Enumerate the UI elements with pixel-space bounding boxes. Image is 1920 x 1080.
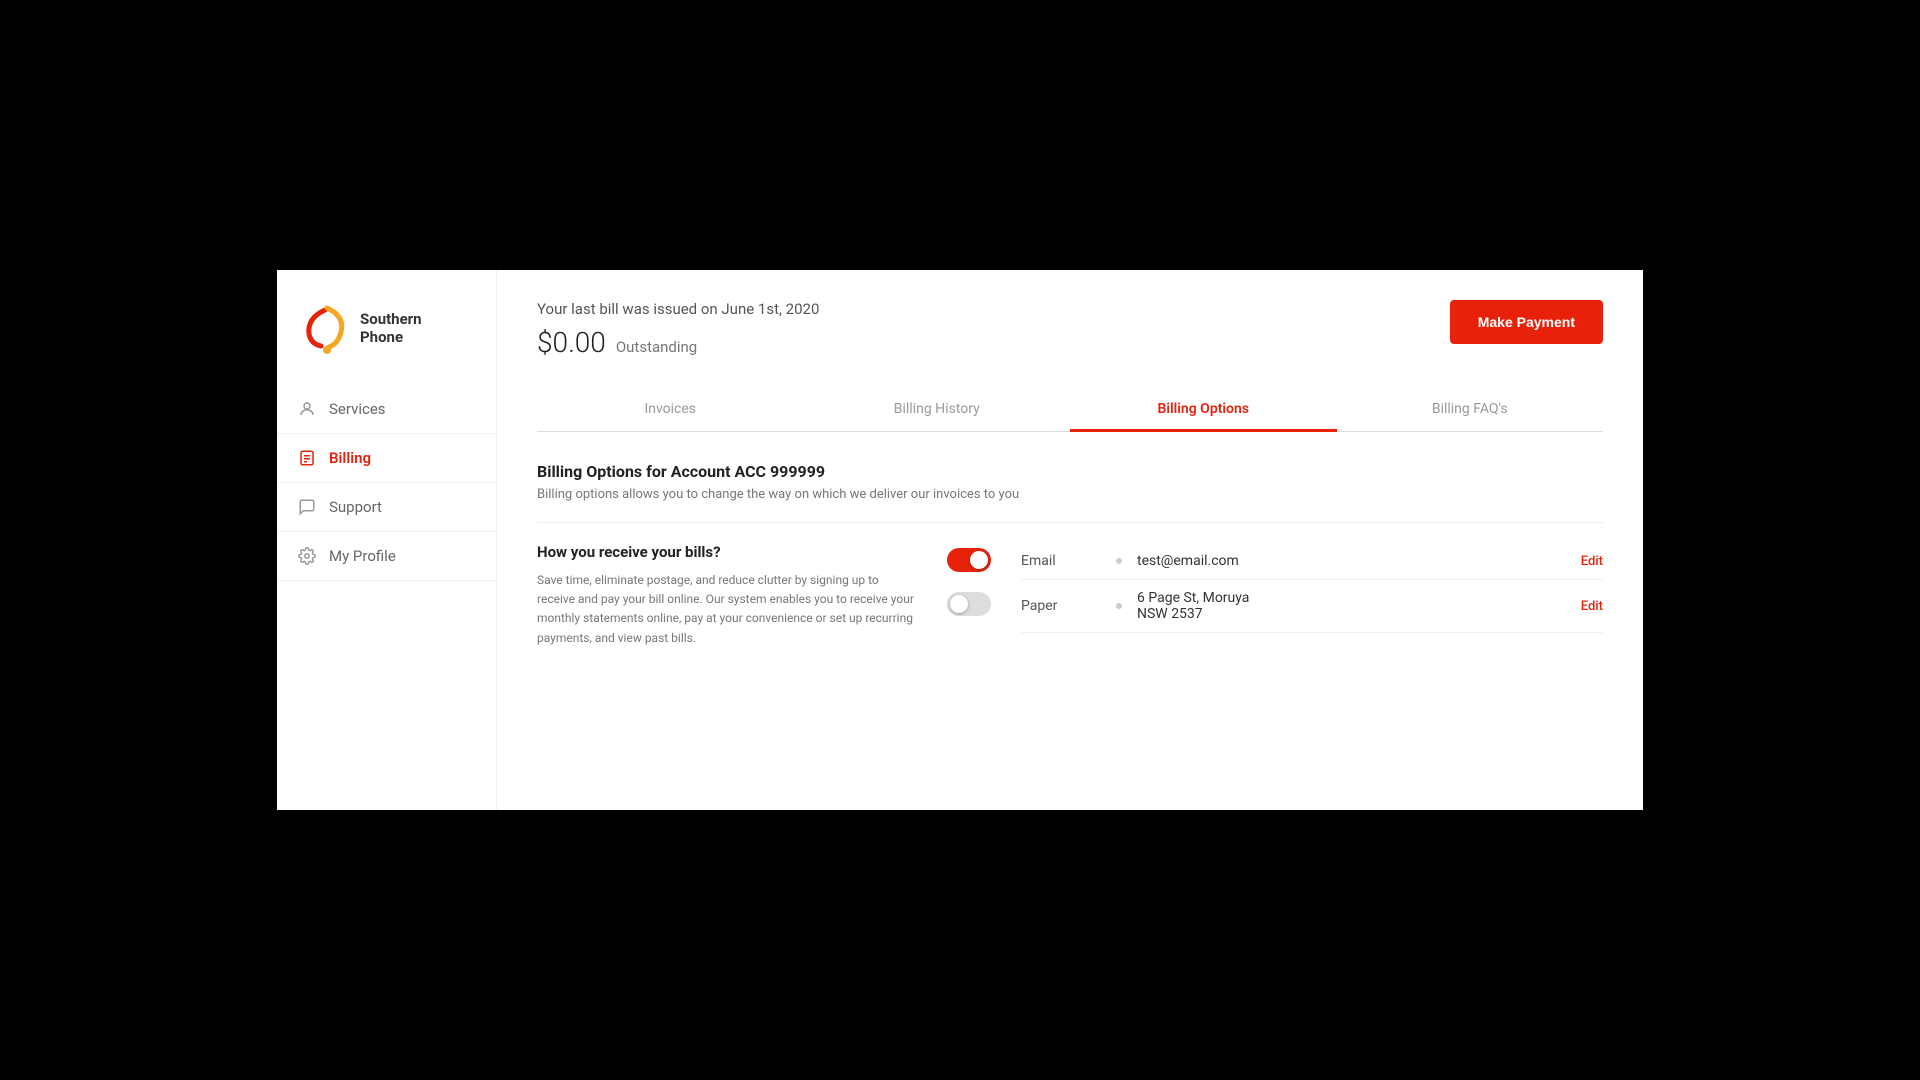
amount-value: $0.00 bbox=[537, 326, 606, 359]
billing-options-header: Billing Options for Account ACC 999999 B… bbox=[537, 462, 1603, 502]
sidebar-nav: Services Billing bbox=[277, 385, 496, 581]
tab-billing-history[interactable]: Billing History bbox=[804, 389, 1071, 432]
amount-label: Outstanding bbox=[616, 338, 697, 356]
section-divider bbox=[537, 522, 1603, 523]
billing-options-title: Billing Options for Account ACC 999999 bbox=[537, 462, 1603, 481]
bill-options-row: How you receive your bills? Save time, e… bbox=[537, 543, 1603, 648]
email-delivery-row: Email test@email.com Edit bbox=[1021, 543, 1603, 580]
bill-summary: Your last bill was issued on June 1st, 2… bbox=[537, 300, 1603, 359]
sidebar: Southern Phone Services bbox=[277, 270, 497, 810]
billing-icon bbox=[297, 448, 317, 468]
paper-label: Paper bbox=[1021, 598, 1101, 614]
sidebar-label-support: Support bbox=[329, 498, 382, 516]
email-toggle[interactable] bbox=[947, 548, 991, 572]
logo-icon bbox=[297, 300, 352, 355]
sidebar-item-billing[interactable]: Billing bbox=[277, 434, 496, 483]
email-value: test@email.com bbox=[1137, 553, 1581, 569]
sidebar-label-services: Services bbox=[329, 400, 386, 418]
email-label: Email bbox=[1021, 553, 1101, 569]
logo-text: Southern Phone bbox=[360, 310, 422, 346]
support-icon bbox=[297, 497, 317, 517]
sidebar-item-services[interactable]: Services bbox=[277, 385, 496, 434]
paper-dot bbox=[1116, 603, 1122, 609]
email-dot bbox=[1116, 558, 1122, 564]
paper-delivery-row: Paper 6 Page St, MoruyaNSW 2537 Edit bbox=[1021, 580, 1603, 633]
email-edit-link[interactable]: Edit bbox=[1581, 554, 1603, 569]
tabs-bar: Invoices Billing History Billing Options… bbox=[537, 389, 1603, 432]
profile-icon bbox=[297, 546, 317, 566]
how-receive-desc: Save time, eliminate postage, and reduce… bbox=[537, 571, 917, 648]
make-payment-button[interactable]: Make Payment bbox=[1450, 300, 1603, 344]
how-receive-title: How you receive your bills? bbox=[537, 543, 917, 561]
logo-area: Southern Phone bbox=[277, 290, 496, 385]
bill-date: Your last bill was issued on June 1st, 2… bbox=[537, 300, 819, 318]
bill-options-left: How you receive your bills? Save time, e… bbox=[537, 543, 917, 648]
delivery-details: Email test@email.com Edit Paper 6 Page S… bbox=[1021, 543, 1603, 633]
bill-info: Your last bill was issued on June 1st, 2… bbox=[537, 300, 819, 359]
sidebar-item-my-profile[interactable]: My Profile bbox=[277, 532, 496, 581]
sidebar-item-support[interactable]: Support bbox=[277, 483, 496, 532]
delivery-toggles bbox=[947, 543, 991, 616]
main-content: Your last bill was issued on June 1st, 2… bbox=[497, 270, 1643, 810]
sidebar-label-billing: Billing bbox=[329, 449, 371, 467]
bill-amount: $0.00 Outstanding bbox=[537, 326, 819, 359]
person-icon bbox=[297, 399, 317, 419]
paper-toggle[interactable] bbox=[947, 592, 991, 616]
tab-billing-options[interactable]: Billing Options bbox=[1070, 389, 1337, 432]
paper-edit-link[interactable]: Edit bbox=[1581, 599, 1603, 614]
billing-options-desc: Billing options allows you to change the… bbox=[537, 487, 1603, 502]
paper-value: 6 Page St, MoruyaNSW 2537 bbox=[1137, 590, 1581, 622]
sidebar-label-my-profile: My Profile bbox=[329, 547, 396, 565]
tab-invoices[interactable]: Invoices bbox=[537, 389, 804, 432]
tab-billing-faqs[interactable]: Billing FAQ's bbox=[1337, 389, 1604, 432]
